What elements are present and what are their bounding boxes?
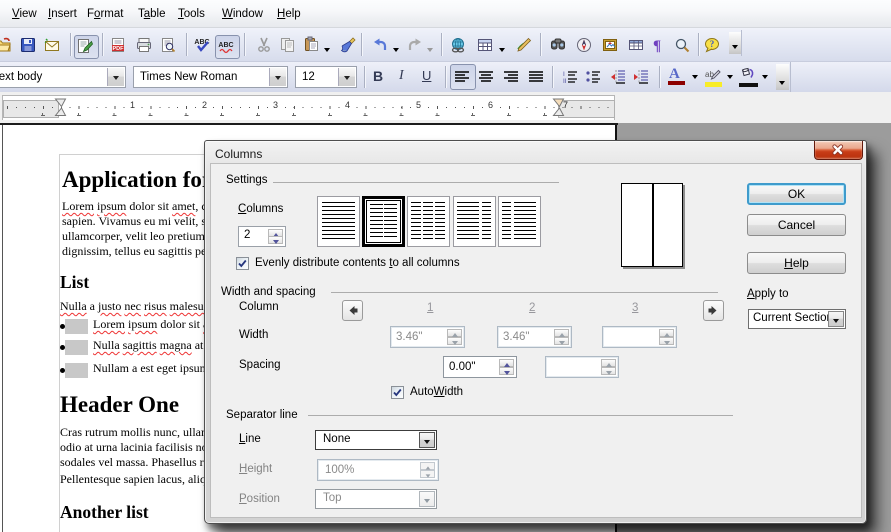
svg-text:I: I xyxy=(563,71,565,78)
svg-text:PDF: PDF xyxy=(113,46,125,52)
svg-text:II: II xyxy=(563,78,567,85)
svg-text:?: ? xyxy=(710,39,715,49)
svg-text:ABC: ABC xyxy=(218,42,233,49)
